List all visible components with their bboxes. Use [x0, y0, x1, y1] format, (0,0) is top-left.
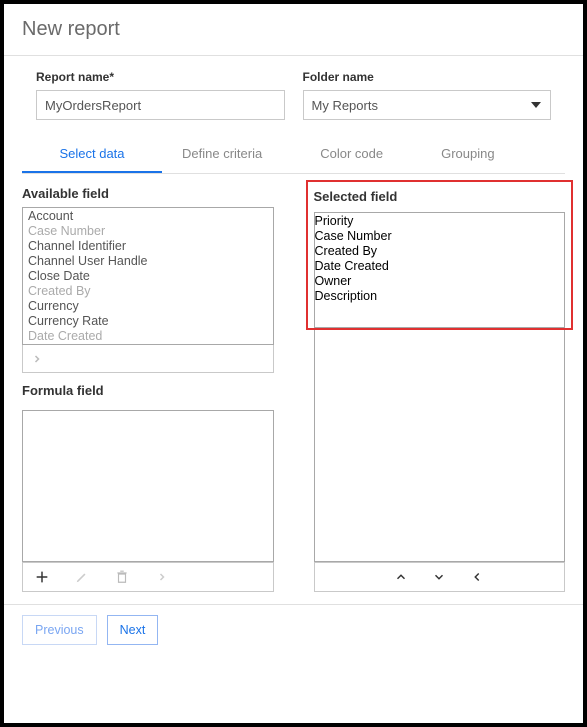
list-item[interactable]: Account — [23, 209, 273, 224]
list-item[interactable]: Close Date — [23, 269, 273, 284]
list-item[interactable]: Owner — [315, 274, 565, 289]
list-item[interactable]: Case Number — [315, 229, 565, 244]
list-item[interactable]: Case Number — [23, 224, 273, 239]
delete-icon[interactable] — [113, 568, 131, 586]
list-item[interactable]: Created By — [315, 244, 565, 259]
available-expand-button[interactable] — [22, 345, 274, 373]
tab-color-code[interactable]: Color code — [320, 136, 383, 173]
list-item[interactable]: Channel Identifier — [23, 239, 273, 254]
tab-select-data[interactable]: Select data — [22, 136, 162, 173]
add-icon[interactable] — [33, 568, 51, 586]
list-item[interactable]: Created By — [23, 284, 273, 299]
selected-field-label: Selected field — [314, 189, 398, 204]
selected-field-highlight: Selected field PriorityCase NumberCreate… — [306, 180, 574, 330]
previous-button[interactable]: Previous — [22, 615, 97, 645]
folder-name-label: Folder name — [303, 70, 552, 84]
list-item[interactable]: Channel User Handle — [23, 254, 273, 269]
dialog-title: New report — [22, 18, 565, 55]
form-row: Report name* Folder name My Reports — [22, 70, 565, 132]
report-name-input[interactable] — [36, 90, 285, 120]
available-field-label: Available field — [22, 186, 274, 201]
divider — [4, 55, 583, 56]
list-item[interactable]: Priority — [315, 214, 565, 229]
divider — [4, 604, 583, 605]
tabs: Select data Define criteria Color code G… — [22, 136, 565, 174]
remove-left-icon[interactable] — [468, 568, 486, 586]
list-item[interactable]: Description — [315, 289, 565, 304]
move-up-icon[interactable] — [392, 568, 410, 586]
chevron-right-icon — [31, 353, 43, 365]
folder-name-select[interactable]: My Reports — [303, 90, 552, 120]
formula-field-listbox[interactable] — [22, 410, 274, 562]
available-field-listbox[interactable]: AccountCase NumberChannel IdentifierChan… — [22, 207, 274, 345]
list-item[interactable]: Currency — [23, 299, 273, 314]
move-down-icon[interactable] — [430, 568, 448, 586]
selected-toolbar — [314, 562, 566, 592]
selected-field-listbox-lower[interactable] — [314, 330, 566, 562]
tab-define-criteria[interactable]: Define criteria — [182, 136, 262, 173]
formula-field-label: Formula field — [22, 383, 274, 398]
selected-field-listbox[interactable]: PriorityCase NumberCreated ByDate Create… — [314, 212, 566, 328]
list-item[interactable]: Currency Rate — [23, 314, 273, 329]
list-item[interactable]: Date Created — [315, 259, 565, 274]
formula-toolbar — [22, 562, 274, 592]
list-item[interactable]: Date Created — [23, 329, 273, 344]
next-button[interactable]: Next — [107, 615, 159, 645]
chevron-right-icon[interactable] — [153, 568, 171, 586]
tab-grouping[interactable]: Grouping — [441, 136, 494, 173]
report-name-label: Report name* — [36, 70, 285, 84]
edit-icon[interactable] — [73, 568, 91, 586]
